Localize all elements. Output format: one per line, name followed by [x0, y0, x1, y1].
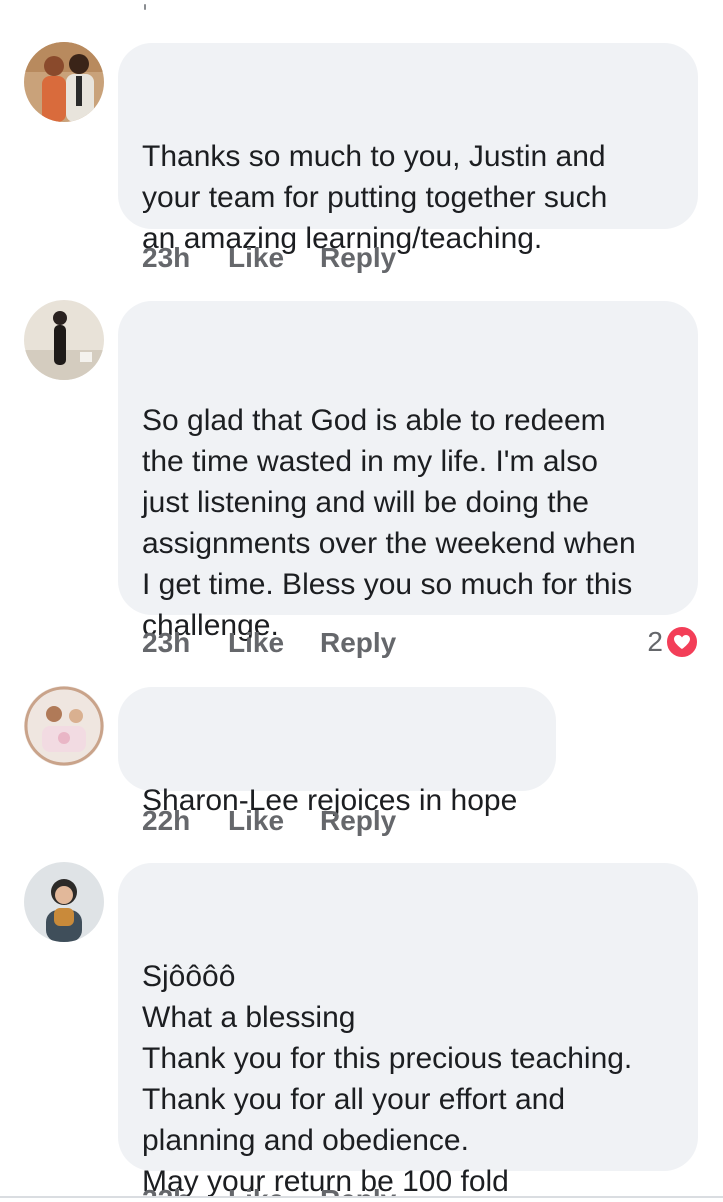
- like-button[interactable]: Like: [228, 242, 320, 274]
- reaction-count: 2: [647, 626, 663, 657]
- like-button[interactable]: Like: [228, 627, 320, 659]
- avatar[interactable]: [24, 42, 104, 122]
- like-button[interactable]: Like: [228, 805, 320, 837]
- comment-timestamp[interactable]: 22h: [142, 805, 228, 837]
- avatar[interactable]: [24, 862, 104, 942]
- comment-timestamp[interactable]: 23h: [142, 242, 228, 274]
- comment-actions: 22h Like Reply: [142, 805, 396, 837]
- reply-button[interactable]: Reply: [320, 805, 396, 837]
- reply-button[interactable]: Reply: [320, 627, 396, 659]
- bottom-divider: [0, 1196, 723, 1198]
- heart-icon: [665, 625, 699, 659]
- comment-text: Sjôôôô What a blessing Thank you for thi…: [142, 960, 633, 1198]
- reaction-summary[interactable]: 2: [647, 625, 699, 659]
- comment-bubble: Thanks so much to you, Justin and your t…: [118, 43, 698, 255]
- avatar[interactable]: [24, 686, 104, 766]
- comment-text: Thanks so much to you, Justin and your t…: [142, 140, 608, 255]
- scroll-remnant-mark: [144, 4, 146, 10]
- avatar[interactable]: [24, 300, 104, 380]
- comment-text: So glad that God is able to redeem the t…: [142, 404, 636, 642]
- comment-bubble: So glad that God is able to redeem the t…: [118, 301, 698, 642]
- comment-timestamp[interactable]: 23h: [142, 627, 228, 659]
- comment-actions: 23h Like Reply: [142, 242, 396, 274]
- comment-actions: 23h Like Reply: [142, 627, 396, 659]
- comment-bubble: Sjôôôô What a blessing Thank you for thi…: [118, 863, 698, 1198]
- comment-bubble: Sharon-Lee rejoices in hope: [118, 687, 556, 817]
- reply-button[interactable]: Reply: [320, 242, 396, 274]
